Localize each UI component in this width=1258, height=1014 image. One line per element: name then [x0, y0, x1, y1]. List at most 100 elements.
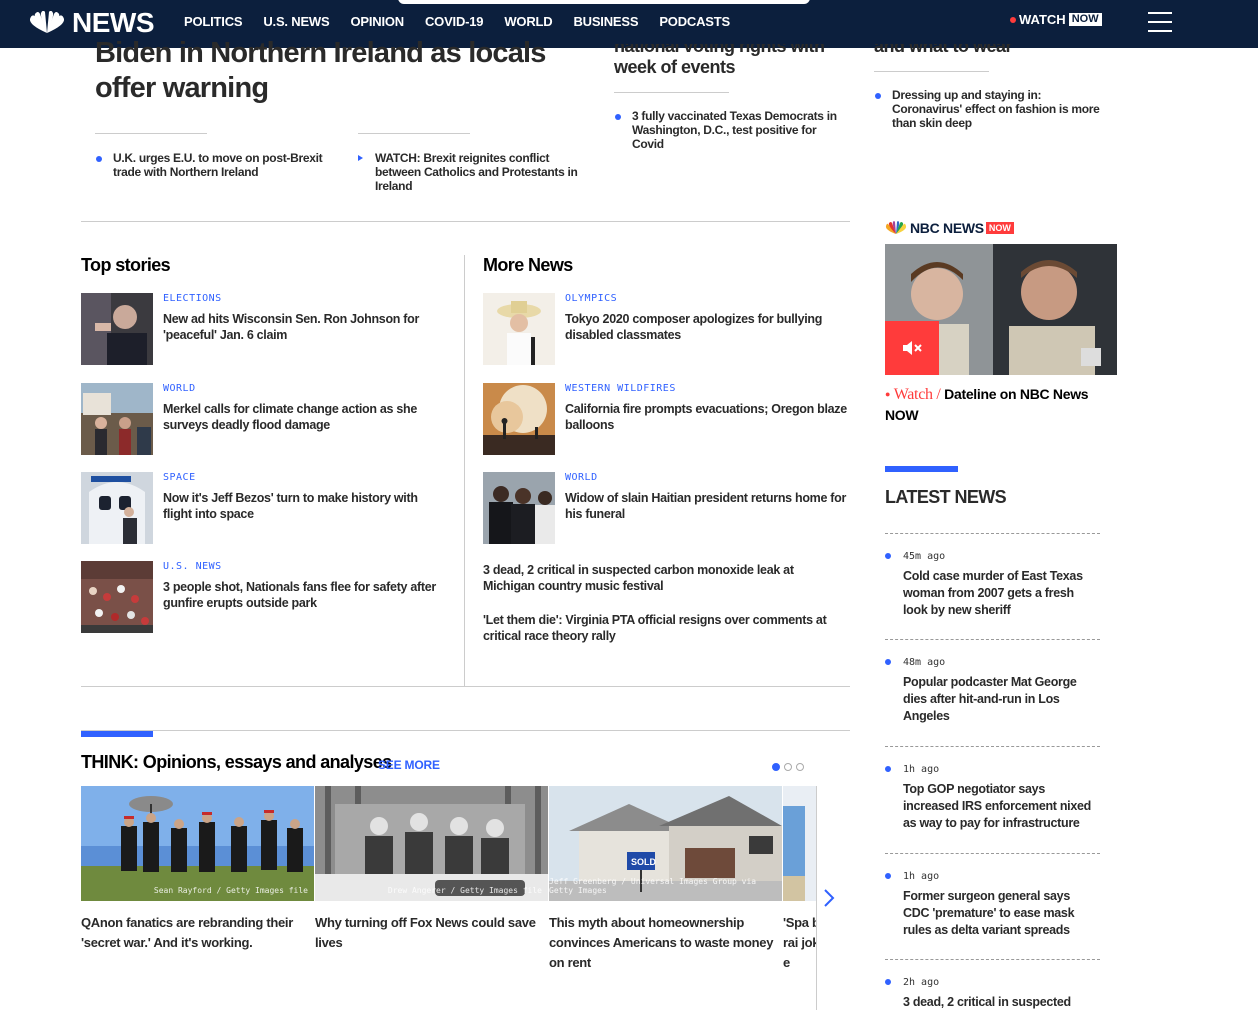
nbc-news-now-logo[interactable]: NBC NEWS NOW: [885, 220, 1014, 236]
story-eyebrow[interactable]: ELECTIONS: [163, 293, 222, 304]
card-title[interactable]: Why turning off Fox News could save live…: [315, 913, 548, 953]
bullet-icon: [885, 659, 891, 665]
play-icon: [358, 155, 363, 161]
card-title[interactable]: QAnon fanatics are rebranding their 'sec…: [81, 913, 314, 953]
card-image: [783, 786, 816, 901]
story-item[interactable]: WORLD Widow of slain Haitian president r…: [483, 472, 853, 544]
live-dot-icon: [1010, 16, 1016, 23]
story-eyebrow[interactable]: WESTERN WILDFIRES: [565, 383, 676, 394]
timestamp: 48m ago: [903, 657, 946, 668]
story-thumbnail: [483, 383, 555, 455]
bullet-icon: [875, 93, 881, 99]
think-card[interactable]: 'Spa brai joke: [783, 786, 816, 973]
divider: [885, 959, 1100, 960]
story-item[interactable]: OLYMPICS Tokyo 2020 composer apologizes …: [483, 293, 853, 365]
nav-link-covid[interactable]: COVID-19: [425, 14, 484, 29]
sold-sign-label: SOLD: [631, 857, 657, 867]
carousel-edge: [816, 786, 817, 1010]
image-credit: Jeff Greenberg / Universal Images Group …: [549, 877, 757, 895]
story-headline[interactable]: Widow of slain Haitian president returns…: [565, 490, 850, 522]
top-stories-heading: Top stories: [81, 255, 171, 275]
think-card[interactable]: Sean Rayford / Getty Images file QAnon f…: [81, 786, 314, 953]
think-card[interactable]: Drew Angerer / Getty Images file Why tur…: [315, 786, 548, 953]
related-link[interactable]: U.K. urges E.U. to move on post-Brexit t…: [113, 151, 323, 179]
story-thumbnail: [81, 472, 153, 544]
timestamp: 1h ago: [903, 871, 940, 882]
story-eyebrow[interactable]: OLYMPICS: [565, 293, 617, 304]
story-thumbnail: [483, 472, 555, 544]
carousel-dot-3[interactable]: [796, 763, 804, 771]
live-dot-icon: ●: [885, 389, 891, 399]
search-bar[interactable]: [398, 0, 810, 4]
watch-now-link[interactable]: WATCH NOW: [1010, 12, 1102, 27]
nav-link-podcasts[interactable]: PODCASTS: [659, 14, 730, 29]
mute-button[interactable]: [885, 321, 939, 375]
latest-news-title[interactable]: 3 dead, 2 critical in suspected: [903, 994, 1098, 1011]
nav-link-opinion[interactable]: OPINION: [350, 14, 404, 29]
carousel-dot-2[interactable]: [784, 763, 792, 771]
column-divider: [464, 255, 465, 686]
latest-news-title[interactable]: Former surgeon general says CDC 'prematu…: [903, 888, 1098, 939]
image-credit: Sean Rayford / Getty Images file: [153, 886, 308, 895]
chevron-right-icon[interactable]: [822, 888, 836, 908]
nbc-news-logo[interactable]: NEWS: [28, 7, 155, 38]
story-item[interactable]: WESTERN WILDFIRES California fire prompt…: [483, 383, 853, 455]
watch-label: WATCH: [1019, 12, 1066, 27]
now-badge: NOW: [1068, 13, 1102, 26]
card-title[interactable]: This myth about homeownership convinces …: [549, 913, 782, 973]
related-video-link[interactable]: WATCH: Brexit reignites conflict between…: [375, 151, 590, 193]
card-image: SOLD Jeff Greenberg / Universal Images G…: [549, 786, 782, 901]
bullet-icon: [885, 766, 891, 772]
story-headline[interactable]: Now it's Jeff Bezos' turn to make histor…: [163, 490, 448, 522]
carousel-pagination: [772, 763, 804, 771]
divider: [885, 853, 1100, 854]
story-eyebrow[interactable]: U.S. NEWS: [163, 561, 222, 572]
story-eyebrow[interactable]: WORLD: [163, 383, 196, 394]
nav-link-business[interactable]: BUSINESS: [573, 14, 638, 29]
divider: [885, 639, 1100, 640]
peacock-color-icon: [885, 221, 907, 234]
nav-link-world[interactable]: WORLD: [504, 14, 552, 29]
timestamp: 1h ago: [903, 764, 940, 775]
bullet-icon: [885, 979, 891, 985]
nav-link-politics[interactable]: POLITICS: [184, 14, 243, 29]
latest-news-heading: LATEST NEWS: [885, 487, 1007, 507]
story-item[interactable]: SPACE Now it's Jeff Bezos' turn to make …: [81, 472, 451, 544]
nbc-news-wordmark: NBC NEWS: [910, 220, 984, 236]
story-headline[interactable]: Tokyo 2020 composer apologizes for bully…: [565, 311, 850, 343]
peacock-icon: [29, 11, 65, 33]
watch-label: Watch /: [893, 386, 941, 403]
story-item[interactable]: WORLD Merkel calls for climate change ac…: [81, 383, 451, 455]
brand-wordmark: NEWS: [72, 7, 155, 38]
think-heading[interactable]: THINK: Opinions, essays and analyses: [81, 752, 392, 773]
bullet-icon: [96, 156, 102, 162]
story-headline[interactable]: New ad hits Wisconsin Sen. Ron Johnson f…: [163, 311, 448, 343]
related-link[interactable]: Dressing up and staying in: Coronavirus'…: [892, 88, 1107, 130]
story-thumbnail: [81, 383, 153, 455]
story-headline[interactable]: 3 people shot, Nationals fans flee for s…: [163, 579, 448, 611]
story-eyebrow[interactable]: WORLD: [565, 472, 598, 483]
nav-link-us-news[interactable]: U.S. NEWS: [263, 14, 329, 29]
story-headline-plain[interactable]: 'Let them die': Virginia PTA official re…: [483, 612, 833, 644]
story-headline[interactable]: California fire prompts evacuations; Ore…: [565, 401, 850, 433]
hero-headline[interactable]: Biden in Northern Ireland as locals offe…: [95, 36, 565, 106]
card-title[interactable]: 'Spa brai joke: [783, 913, 816, 973]
latest-news-title[interactable]: Cold case murder of East Texas woman fro…: [903, 568, 1098, 619]
related-link[interactable]: 3 fully vaccinated Texas Democrats in Wa…: [632, 109, 842, 151]
think-card[interactable]: SOLD Jeff Greenberg / Universal Images G…: [549, 786, 782, 973]
carousel-dot-1[interactable]: [772, 763, 780, 771]
watch-caption[interactable]: ● Watch / Dateline on NBC News NOW: [885, 384, 1117, 425]
see-more-link[interactable]: SEE MORE: [378, 758, 440, 772]
story-eyebrow[interactable]: SPACE: [163, 472, 196, 483]
story-headline[interactable]: Merkel calls for climate change action a…: [163, 401, 448, 433]
story-item[interactable]: ELECTIONS New ad hits Wisconsin Sen. Ron…: [81, 293, 451, 365]
more-news-heading: More News: [483, 255, 573, 275]
think-carousel: Sean Rayford / Getty Images file QAnon f…: [81, 786, 816, 1014]
story-headline-plain[interactable]: 3 dead, 2 critical in suspected carbon m…: [483, 562, 833, 594]
story-item[interactable]: U.S. NEWS 3 people shot, Nationals fans …: [81, 561, 451, 633]
hamburger-menu-icon[interactable]: [1148, 12, 1172, 32]
card-image: Sean Rayford / Getty Images file: [81, 786, 314, 901]
latest-news-title[interactable]: Top GOP negotiator says increased IRS en…: [903, 781, 1098, 832]
latest-news-title[interactable]: Popular podcaster Mat George dies after …: [903, 674, 1098, 725]
bullet-icon: [885, 553, 891, 559]
